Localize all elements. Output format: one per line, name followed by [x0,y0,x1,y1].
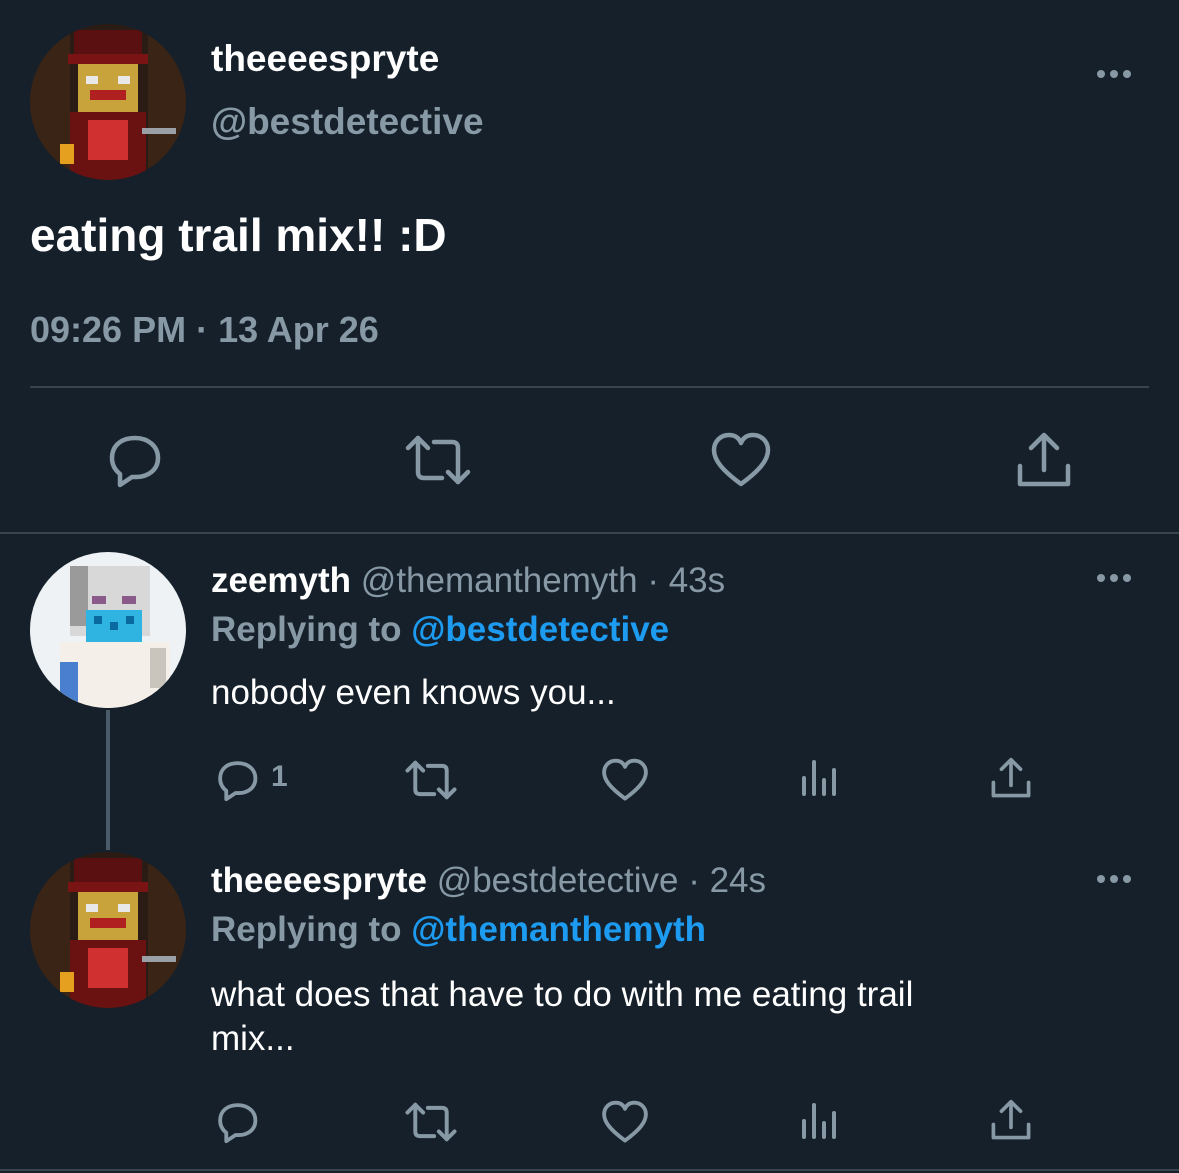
retweet-icon [405,1102,457,1142]
more-options-button[interactable] [1097,70,1131,78]
more-options-button[interactable] [1097,875,1131,883]
reply-time[interactable]: · 43s [647,561,725,600]
retweet-icon [405,760,457,800]
more-options-button[interactable] [1097,574,1131,582]
reply-text: what does that have to do with me eating… [211,973,913,1061]
analytics-icon [802,760,836,796]
reply-display-name[interactable]: zeemyth [211,561,351,600]
reply-handle[interactable]: @themanthemyth [361,561,638,600]
like-button[interactable] [601,758,649,802]
replying-to-label: Replying to [211,910,402,949]
retweet-button[interactable] [404,1100,458,1144]
retweet-icon [405,435,471,485]
analytics-button[interactable] [800,758,840,798]
reply-text: nobody even knows you... [211,673,616,712]
reply-button[interactable] [214,757,260,803]
share-icon [991,757,1031,798]
tweet-text: eating trail mix!! :D [30,209,447,261]
replying-to: Replying to @themanthemyth [211,910,706,950]
analytics-icon [802,1103,836,1139]
author-handle[interactable]: @bestdetective [211,101,484,143]
reply-text-line: mix... [211,1019,295,1058]
reply-display-name[interactable]: theeeespryte [211,861,427,900]
like-button[interactable] [601,1100,649,1144]
section-divider [0,532,1179,534]
more-horizontal-icon [1097,70,1105,78]
reply-count: 1 [271,760,288,793]
share-button[interactable] [989,1098,1033,1142]
bottom-divider [0,1169,1179,1171]
share-button[interactable] [1014,430,1074,490]
like-icon [602,758,648,801]
reply-text-line: what does that have to do with me eating… [211,975,914,1014]
author-avatar[interactable] [30,24,186,180]
reply-button[interactable] [214,1099,260,1145]
like-icon [602,1100,648,1143]
share-icon [1017,432,1071,487]
reply-header: theeeespryte @bestdetective · 24s [211,861,766,901]
retweet-button[interactable] [404,758,458,802]
reply-avatar[interactable] [30,552,186,708]
more-horizontal-icon [1097,875,1105,883]
reply-header: zeemyth @themanthemyth · 43s [211,561,725,601]
reply-icon [218,761,258,802]
analytics-button[interactable] [800,1101,840,1141]
divider [30,386,1149,388]
replying-to-link[interactable]: @bestdetective [411,610,669,649]
reply-button[interactable] [104,430,164,490]
share-icon [991,1099,1031,1140]
replying-to-link[interactable]: @themanthemyth [411,910,706,949]
share-button[interactable] [989,756,1033,800]
like-icon [711,432,771,487]
reply-icon [109,435,161,488]
retweet-button[interactable] [404,432,472,488]
reply-avatar[interactable] [30,852,186,1008]
reply-time[interactable]: · 24s [688,861,766,900]
tweet-timestamp[interactable]: 09:26 PM · 13 Apr 26 [30,309,379,351]
author-display-name[interactable]: theeeespryte [211,38,439,80]
more-horizontal-icon [1097,574,1105,582]
reply-icon [218,1103,258,1144]
replying-to-label: Replying to [211,610,402,649]
thread-line [106,710,110,850]
replying-to: Replying to @bestdetective [211,610,669,650]
like-button[interactable] [710,432,772,488]
reply-handle[interactable]: @bestdetective [437,861,679,900]
